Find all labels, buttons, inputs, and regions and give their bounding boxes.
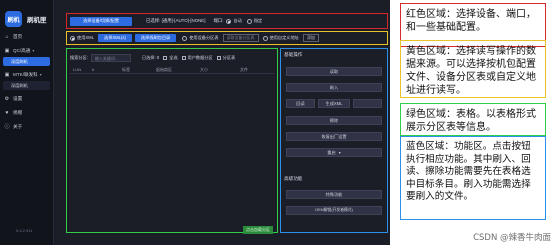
app-version: 5.4.2.911 [16, 228, 33, 233]
user-data-label: 用户数据分区 [187, 55, 213, 60]
port-auto-radio[interactable]: 自动 [226, 18, 242, 24]
backup-button[interactable]: 回读 [286, 99, 315, 108]
generate-xml-button[interactable]: 生成XML [318, 99, 350, 108]
read-partition-button[interactable]: 读取设备分区表 [222, 34, 259, 42]
port-manual-label: 指定 [253, 18, 263, 23]
chevron-down-icon: ▾ [32, 48, 35, 53]
app-logo: 刷机 [5, 11, 22, 27]
sidebar-item-label: QC/高通 [13, 47, 31, 53]
erase-button[interactable]: 擦除 [286, 116, 382, 125]
load-partition-button[interactable]: 点击加载分区 [243, 226, 273, 234]
annotation-yellow: 黄色区域：选择读写操作的数据来源。可以选择按机包配置文件、设备分区表或自定义地址… [400, 40, 546, 98]
partition-table-checkbox[interactable]: 分区表 [216, 55, 236, 61]
select-xml-button[interactable]: 选择XML(s) [98, 34, 132, 42]
read-button[interactable]: 读取 [286, 67, 382, 76]
app-name: 刷机匣 [27, 17, 47, 24]
sidebar-item-settings[interactable]: ⚙ 设置 [0, 93, 53, 104]
port-auto-label: 自动 [233, 18, 242, 23]
sidebar-subitem-mtk-deep-flash[interactable]: 深度刷机 [3, 81, 50, 90]
use-custom-address-radio[interactable]: 使用自定义地址 [262, 35, 299, 41]
factory-reset-button[interactable]: 恢复出厂设置 [286, 132, 382, 141]
radio-checked-icon [226, 18, 232, 24]
table-toolbar: 搜索分区: 输入关键词... 已选择: 0 全选 用户数据分区 分区表 [70, 53, 235, 63]
checkbox-icon [181, 56, 186, 60]
chevron-down-icon: ▾ [338, 150, 341, 155]
column-header[interactable]: # [92, 67, 122, 72]
select-all-checkbox[interactable]: 全选 [163, 55, 178, 61]
spare-button[interactable] [353, 99, 382, 108]
chip-icon: ▣ [4, 71, 10, 78]
special-function-button[interactable]: 特殊功能 [286, 190, 382, 199]
reboot-button[interactable]: 重启 ▾ [286, 148, 382, 157]
use-device-partition-label: 使用设备分区表 [189, 35, 219, 40]
credit-watermark: CSDN @辣香牛肉面 [473, 233, 551, 243]
sidebar-item-label: 首页 [13, 33, 23, 39]
radio-checked-icon [70, 35, 75, 41]
sidebar-item-mtk[interactable]: ▣ MTK/联发科 ▾ [0, 69, 53, 80]
column-header[interactable]: 标签 [122, 67, 156, 73]
use-xml-label: 使用XML [77, 35, 94, 40]
radio-unchecked-icon [246, 18, 252, 24]
annotation-green: 绿色区域：表格。以表格形式展示分区表等信息。 [400, 103, 546, 136]
sidebar-item-donate[interactable]: ♥ 捐赠 [0, 107, 53, 118]
column-header[interactable]: 起始扇区 [156, 67, 200, 73]
brand: 刷机 刷机匣 [0, 0, 53, 28]
partition-search-input[interactable]: 输入关键词... [90, 54, 131, 62]
basic-ops-title: 基础操作 [284, 52, 303, 57]
use-custom-address-label: 使用自定义地址 [269, 35, 299, 40]
column-header[interactable]: 大小 [200, 67, 240, 73]
port-manual-radio[interactable]: 指定 [246, 18, 263, 24]
port-label: 端口: [213, 18, 224, 23]
checkbox-icon [216, 56, 221, 60]
reboot-label: 重启 [327, 149, 336, 155]
info-icon: ⓘ [4, 124, 10, 130]
oem-unlock-button[interactable]: OEM解锁(开发者模式) [286, 206, 382, 215]
column-header[interactable]: 文件 [240, 67, 270, 73]
use-device-partition-radio[interactable]: 使用设备分区表 [182, 35, 219, 41]
selected-device-label: 已选择: [通用]-[AUTO]-[NONE] [146, 18, 206, 23]
select-all-label: 全选 [169, 55, 178, 60]
user-data-checkbox[interactable]: 用户数据分区 [181, 55, 213, 61]
search-label: 搜索分区: [70, 55, 88, 60]
radio-unchecked-icon [262, 35, 268, 41]
sidebar: 刷机 刷机匣 ⌂ 首页 ▣ QC/高通 ▾ 深度刷机 ▣ MTK/联发科 ▾ 深… [0, 0, 54, 245]
chip-icon: ▣ [4, 47, 10, 54]
home-icon: ⌂ [5, 33, 9, 40]
checkbox-icon [163, 56, 168, 60]
radio-unchecked-icon [182, 35, 188, 41]
sidebar-item-label: 关于 [13, 123, 23, 129]
sidebar-item-about[interactable]: ⓘ 关于 [0, 121, 53, 132]
add-address-button[interactable]: 添加 [302, 34, 319, 42]
app-window: 刷机 刷机匣 ⌂ 首页 ▣ QC/高通 ▾ 深度刷机 ▣ MTK/联发科 ▾ 深… [0, 0, 390, 245]
data-source-bar: 使用XML 选择XML(s) 选择线刷包目录 使用设备分区表 读取设备分区表 使… [70, 33, 319, 43]
sidebar-item-label: 捐赠 [13, 109, 23, 115]
gift-icon: ♥ [5, 109, 9, 116]
advanced-title: 高级功能 [284, 176, 303, 181]
annotation-blue: 蓝色区域：功能区。点击按钮执行相应功能。其中刷入、回读、擦除功能需要先在表格选中… [400, 136, 546, 220]
sidebar-item-label: MTK/联发科 [13, 71, 38, 77]
use-xml-radio[interactable]: 使用XML [70, 35, 94, 41]
partition-table-label: 分区表 [222, 55, 236, 60]
partition-table-frame [66, 48, 278, 233]
selected-count: 已选择: 0 [141, 55, 160, 60]
device-bar: 选择设备/切换/配置 已选择: [通用]-[AUTO]-[NONE] 端口: 自… [70, 16, 262, 26]
chevron-down-icon: ▾ [39, 72, 42, 77]
table-header: LUN # 标签 起始扇区 大小 文件 [70, 66, 274, 74]
sidebar-item-home[interactable]: ⌂ 首页 [0, 31, 53, 42]
column-header[interactable]: LUN [70, 67, 92, 72]
write-button[interactable]: 刷入 [286, 83, 382, 92]
sidebar-item-label: 设置 [13, 95, 23, 101]
select-package-dir-button[interactable]: 选择线刷包目录 [134, 34, 177, 42]
select-device-button[interactable]: 选择设备/切换/配置 [70, 16, 132, 26]
gear-icon: ⚙ [4, 95, 10, 102]
sidebar-subitem-qc-deep-flash[interactable]: 深度刷机 [3, 57, 50, 66]
sidebar-item-qc[interactable]: ▣ QC/高通 ▾ [0, 45, 53, 56]
